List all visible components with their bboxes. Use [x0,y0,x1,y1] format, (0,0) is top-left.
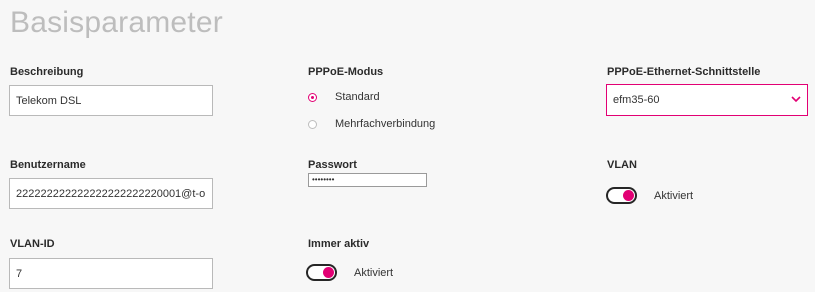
toggle-knob-icon [323,267,334,278]
benutzername-label: Benutzername [10,159,86,171]
passwort-input[interactable]: •••••••• [308,173,427,187]
immer-aktiv-toggle[interactable] [306,264,337,281]
vlan-toggle-label: Aktiviert [654,189,694,202]
beschreibung-label: Beschreibung [10,66,84,78]
chevron-down-icon[interactable] [791,94,801,106]
radio-option-mehrfachverbindung[interactable]: Mehrfachverbindung [308,118,435,130]
immer-aktiv-toggle-label: Aktiviert [354,266,394,279]
benutzername-input[interactable] [9,178,213,209]
vlan-toggle-row: Aktiviert [606,187,693,204]
beschreibung-input[interactable] [9,85,213,116]
immer-aktiv-label: Immer aktiv [308,238,370,250]
radio-label-mehrfachverbindung: Mehrfachverbindung [335,118,436,130]
radio-label-standard: Standard [335,91,380,103]
toggle-knob-icon [623,190,634,201]
vlan-id-label: VLAN-ID [10,238,55,250]
radio-option-standard[interactable]: Standard [308,91,380,103]
pppoe-modus-label: PPPoE-Modus [308,66,384,78]
vlan-toggle[interactable] [606,187,637,204]
vlan-id-input[interactable] [9,258,213,289]
immer-aktiv-toggle-row: Aktiviert [306,264,393,281]
schnittstelle-select[interactable]: efm35-60 [606,84,808,116]
schnittstelle-value: efm35-60 [613,94,660,106]
vlan-label: VLAN [607,159,637,171]
radio-checked-icon[interactable] [308,92,317,102]
radio-unchecked-icon[interactable] [308,119,317,129]
schnittstelle-label: PPPoE-Ethernet-Schnittstelle [607,66,761,78]
passwort-label: Passwort [308,159,357,171]
page-title: Basisparameter [10,6,223,39]
